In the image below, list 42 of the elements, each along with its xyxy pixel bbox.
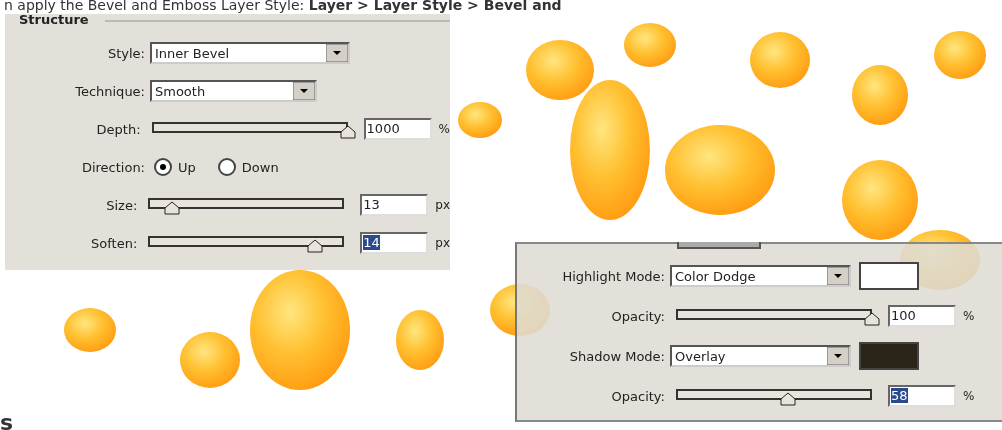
unit-label: % — [963, 389, 975, 403]
field-label: Style: — [106, 45, 146, 61]
dropdown[interactable]: Color Dodge — [670, 265, 851, 287]
dropdown[interactable]: Inner Bevel — [150, 42, 350, 64]
value-field[interactable]: 100 — [888, 305, 956, 327]
value-field[interactable]: 1000 — [363, 118, 432, 140]
dropdown[interactable]: Smooth — [150, 80, 317, 102]
field-label: Technique: — [74, 83, 146, 99]
radio-button[interactable] — [217, 158, 236, 176]
field-label: Direction: — [80, 159, 146, 175]
caret-icon — [326, 44, 348, 62]
caret-icon — [293, 82, 315, 100]
dropdown[interactable]: Overlay — [670, 345, 851, 367]
caret-icon — [827, 267, 849, 285]
unit-label: px — [435, 198, 450, 212]
radio-button[interactable] — [154, 158, 172, 176]
field-label: Highlight Mode: — [561, 268, 666, 284]
field-label: Depth: — [95, 121, 142, 137]
slider-thumb[interactable] — [779, 392, 796, 406]
field-label: Soften: — [90, 235, 139, 251]
field-label: Shadow Mode: — [568, 348, 666, 364]
radio-label[interactable]: Up — [178, 159, 196, 175]
unit-label: % — [438, 122, 450, 136]
caret-icon — [827, 347, 849, 365]
value-field[interactable]: 13 — [360, 194, 429, 216]
slider-thumb[interactable] — [163, 201, 180, 215]
value-field[interactable]: 58 — [888, 385, 956, 407]
field-label: Size: — [105, 197, 139, 213]
color-swatch[interactable] — [859, 262, 919, 290]
text-fragment: s — [0, 410, 14, 430]
slider-thumb[interactable] — [306, 239, 323, 253]
slider-thumb[interactable] — [339, 125, 356, 139]
value-field[interactable]: 14 — [360, 232, 429, 254]
unit-label: px — [435, 236, 450, 250]
slider-thumb[interactable] — [864, 312, 880, 326]
field-label: Opacity: — [610, 388, 666, 404]
unit-label: % — [963, 309, 975, 323]
color-swatch[interactable] — [859, 342, 919, 370]
field-label: Opacity: — [610, 308, 666, 324]
section-title: Structure — [19, 12, 89, 27]
radio-label[interactable]: Down — [241, 159, 279, 175]
caption-text: n apply the Bevel and Emboss Layer Style: Layer > Layer Style > Bevel and — [4, 0, 562, 13]
